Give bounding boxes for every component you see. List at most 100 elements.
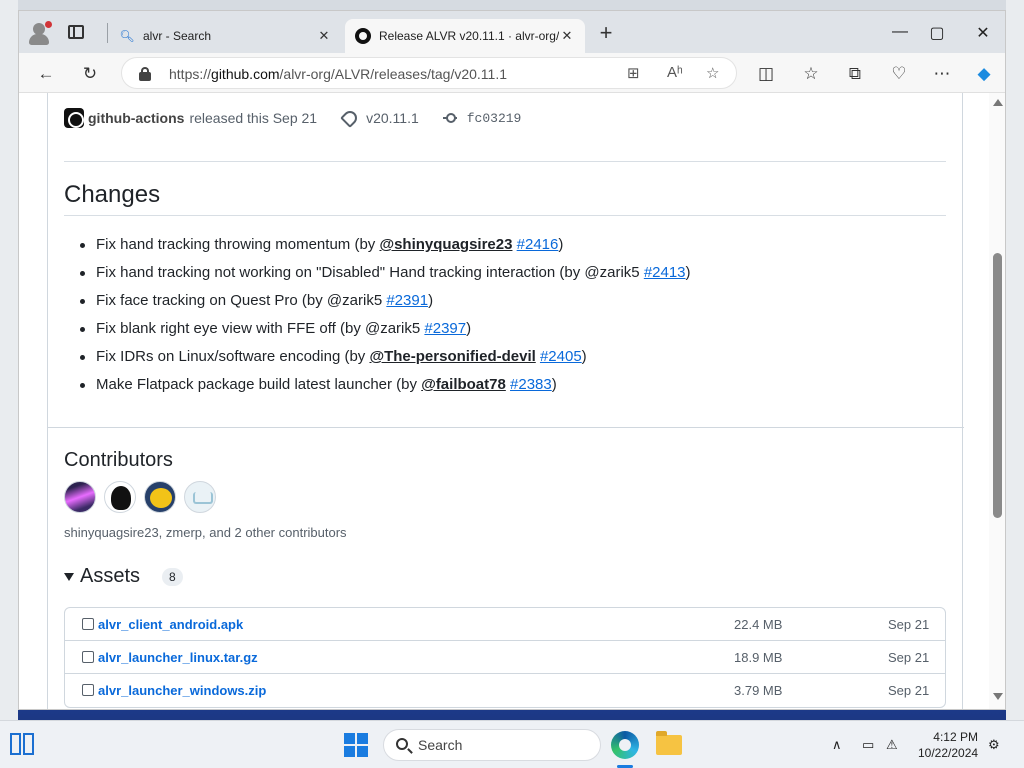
minimize-button[interactable]: — bbox=[890, 23, 910, 41]
notifications-icon[interactable]: ⚙︎ bbox=[988, 737, 1000, 753]
scrollbar-thumb[interactable] bbox=[993, 253, 1002, 518]
more-options-icon[interactable]: ⋯ bbox=[931, 63, 953, 85]
tab-label: alvr - Search bbox=[143, 29, 212, 43]
package-icon bbox=[82, 651, 94, 663]
new-tab-button[interactable]: + bbox=[596, 22, 616, 44]
favorites-icon[interactable]: ☆ bbox=[800, 63, 822, 85]
section-divider bbox=[48, 427, 964, 428]
page-scrollbar[interactable] bbox=[989, 93, 1005, 709]
release-commit-link[interactable]: fc03219 bbox=[442, 110, 522, 126]
refresh-icon[interactable]: ↻ bbox=[79, 63, 101, 85]
close-window-button[interactable]: ✕ bbox=[973, 23, 993, 43]
scroll-up-arrow-icon[interactable] bbox=[993, 99, 1003, 106]
pr-link[interactable]: #2413 bbox=[644, 264, 686, 281]
contributor-avatar[interactable] bbox=[144, 481, 176, 513]
github-actions-avatar-icon[interactable] bbox=[64, 108, 84, 128]
maximize-button[interactable]: ▢ bbox=[927, 23, 947, 43]
divider bbox=[64, 215, 946, 216]
file-explorer-icon[interactable] bbox=[656, 731, 682, 755]
asset-size: 22.4 MB bbox=[734, 617, 783, 632]
network-icon[interactable]: ⚠︎ bbox=[886, 737, 898, 753]
read-aloud-icon[interactable]: Aʰ bbox=[667, 64, 683, 81]
taskbar-search-label: Search bbox=[418, 737, 463, 753]
table-row: alvr_launcher_linux.tar.gz 18.9 MB Sep 2… bbox=[65, 641, 945, 674]
widgets-icon[interactable] bbox=[10, 733, 34, 755]
contributor-avatar[interactable] bbox=[104, 481, 136, 513]
package-icon bbox=[82, 618, 94, 630]
github-icon bbox=[355, 28, 371, 44]
list-item: Make Flatpack package build latest launc… bbox=[80, 373, 691, 401]
release-meta: github-actions released this Sep 21 v20.… bbox=[64, 108, 521, 128]
assets-table: alvr_client_android.apk 22.4 MB Sep 21 a… bbox=[64, 607, 946, 708]
tab-release[interactable]: Release ALVR v20.11.1 · alvr-org/A ✕ bbox=[345, 19, 585, 53]
browser-essentials-icon[interactable]: ♡ bbox=[888, 63, 910, 85]
table-row: alvr_launcher_windows.zip 3.79 MB Sep 21 bbox=[65, 674, 945, 707]
changes-list: Fix hand tracking throwing momentum (by … bbox=[80, 233, 691, 401]
search-icon: 🔍︎ bbox=[119, 29, 135, 43]
contributor-avatar[interactable] bbox=[184, 481, 216, 513]
release-box: github-actions released this Sep 21 v20.… bbox=[47, 93, 964, 709]
asset-date: Sep 21 bbox=[888, 617, 930, 632]
changes-heading: Changes bbox=[64, 181, 161, 208]
browser-window: 🔍︎ alvr - Search ✕ Release ALVR v20.11.1… bbox=[18, 10, 1006, 710]
close-icon[interactable]: ✕ bbox=[316, 28, 332, 44]
tab-search[interactable]: 🔍︎ alvr - Search ✕ bbox=[109, 19, 342, 53]
start-button[interactable] bbox=[344, 733, 368, 757]
asset-link[interactable]: alvr_launcher_windows.zip bbox=[98, 683, 266, 698]
assets-count-badge: 8 bbox=[162, 567, 183, 586]
device-icon[interactable]: ▭ bbox=[862, 737, 874, 753]
contributors-summary: shinyquagsire23, zmerp, and 2 other cont… bbox=[64, 525, 347, 540]
address-bar[interactable]: https://github.com/alvr-org/ALVR/release… bbox=[121, 57, 737, 89]
asset-date: Sep 21 bbox=[888, 683, 930, 698]
back-icon[interactable]: ← bbox=[35, 63, 57, 85]
page-viewport: github-actions released this Sep 21 v20.… bbox=[19, 93, 989, 709]
taskbar-search[interactable]: Search bbox=[383, 729, 601, 761]
chevron-up-icon[interactable]: ∧ bbox=[832, 737, 842, 753]
list-item: Fix hand tracking throwing momentum (by … bbox=[80, 233, 691, 261]
release-commit-label: fc03219 bbox=[466, 110, 522, 126]
lock-icon[interactable] bbox=[139, 67, 151, 81]
list-item: Fix hand tracking not working on "Disabl… bbox=[80, 261, 691, 289]
scroll-down-arrow-icon[interactable] bbox=[993, 693, 1003, 700]
commit-icon bbox=[442, 113, 457, 123]
asset-date: Sep 21 bbox=[888, 650, 930, 665]
system-clock[interactable]: 4:12 PM 10/22/2024 bbox=[918, 729, 978, 761]
list-item: Fix face tracking on Quest Pro (by @zari… bbox=[80, 289, 691, 317]
tab-bar: 🔍︎ alvr - Search ✕ Release ALVR v20.11.1… bbox=[19, 11, 1005, 53]
tab-actions-icon[interactable] bbox=[68, 25, 84, 39]
profile-avatar-icon[interactable] bbox=[27, 21, 52, 45]
clock-time: 4:12 PM bbox=[933, 730, 978, 744]
asset-link[interactable]: alvr_client_android.apk bbox=[98, 617, 243, 632]
release-tag-link[interactable]: v20.11.1 bbox=[340, 108, 419, 128]
divider bbox=[64, 161, 946, 162]
favorite-star-icon[interactable]: ☆ bbox=[706, 64, 719, 82]
tab-label: Release ALVR v20.11.1 · alvr-org/A bbox=[379, 29, 559, 43]
release-tag-label: v20.11.1 bbox=[366, 110, 419, 126]
search-icon bbox=[396, 738, 408, 750]
pr-link[interactable]: #2391 bbox=[386, 292, 428, 309]
assets-toggle[interactable]: Assets 8 bbox=[64, 565, 183, 588]
pr-link[interactable]: #2383 bbox=[510, 376, 552, 393]
asset-size: 18.9 MB bbox=[734, 650, 783, 665]
table-row: alvr_client_android.apk 22.4 MB Sep 21 bbox=[65, 608, 945, 641]
pr-link[interactable]: #2397 bbox=[424, 320, 466, 337]
mention-link[interactable]: @The-personified-devil bbox=[369, 348, 535, 365]
contributors-heading: Contributors bbox=[64, 449, 173, 471]
mention-link[interactable]: @failboat78 bbox=[421, 376, 506, 393]
release-actor-link[interactable]: github-actions bbox=[88, 110, 184, 126]
edge-browser-icon[interactable] bbox=[611, 731, 639, 759]
close-icon[interactable]: ✕ bbox=[559, 28, 575, 44]
asset-link[interactable]: alvr_launcher_linux.tar.gz bbox=[98, 650, 258, 665]
collections-icon[interactable]: ⧉ bbox=[844, 63, 866, 85]
copilot-icon[interactable]: ◆ bbox=[973, 63, 995, 85]
pr-link[interactable]: #2416 bbox=[517, 236, 559, 253]
desktop-edge-left bbox=[0, 0, 18, 720]
contributor-avatar[interactable] bbox=[64, 481, 96, 513]
contributor-avatars bbox=[64, 481, 224, 513]
package-icon bbox=[82, 684, 94, 696]
split-screen-icon[interactable]: ◫ bbox=[755, 63, 777, 85]
pr-link[interactable]: #2405 bbox=[540, 348, 582, 365]
apps-icon[interactable]: ⊞ bbox=[627, 64, 640, 82]
mention-link[interactable]: @shinyquagsire23 bbox=[379, 236, 512, 253]
url-text[interactable]: https://github.com/alvr-org/ALVR/release… bbox=[169, 66, 507, 82]
